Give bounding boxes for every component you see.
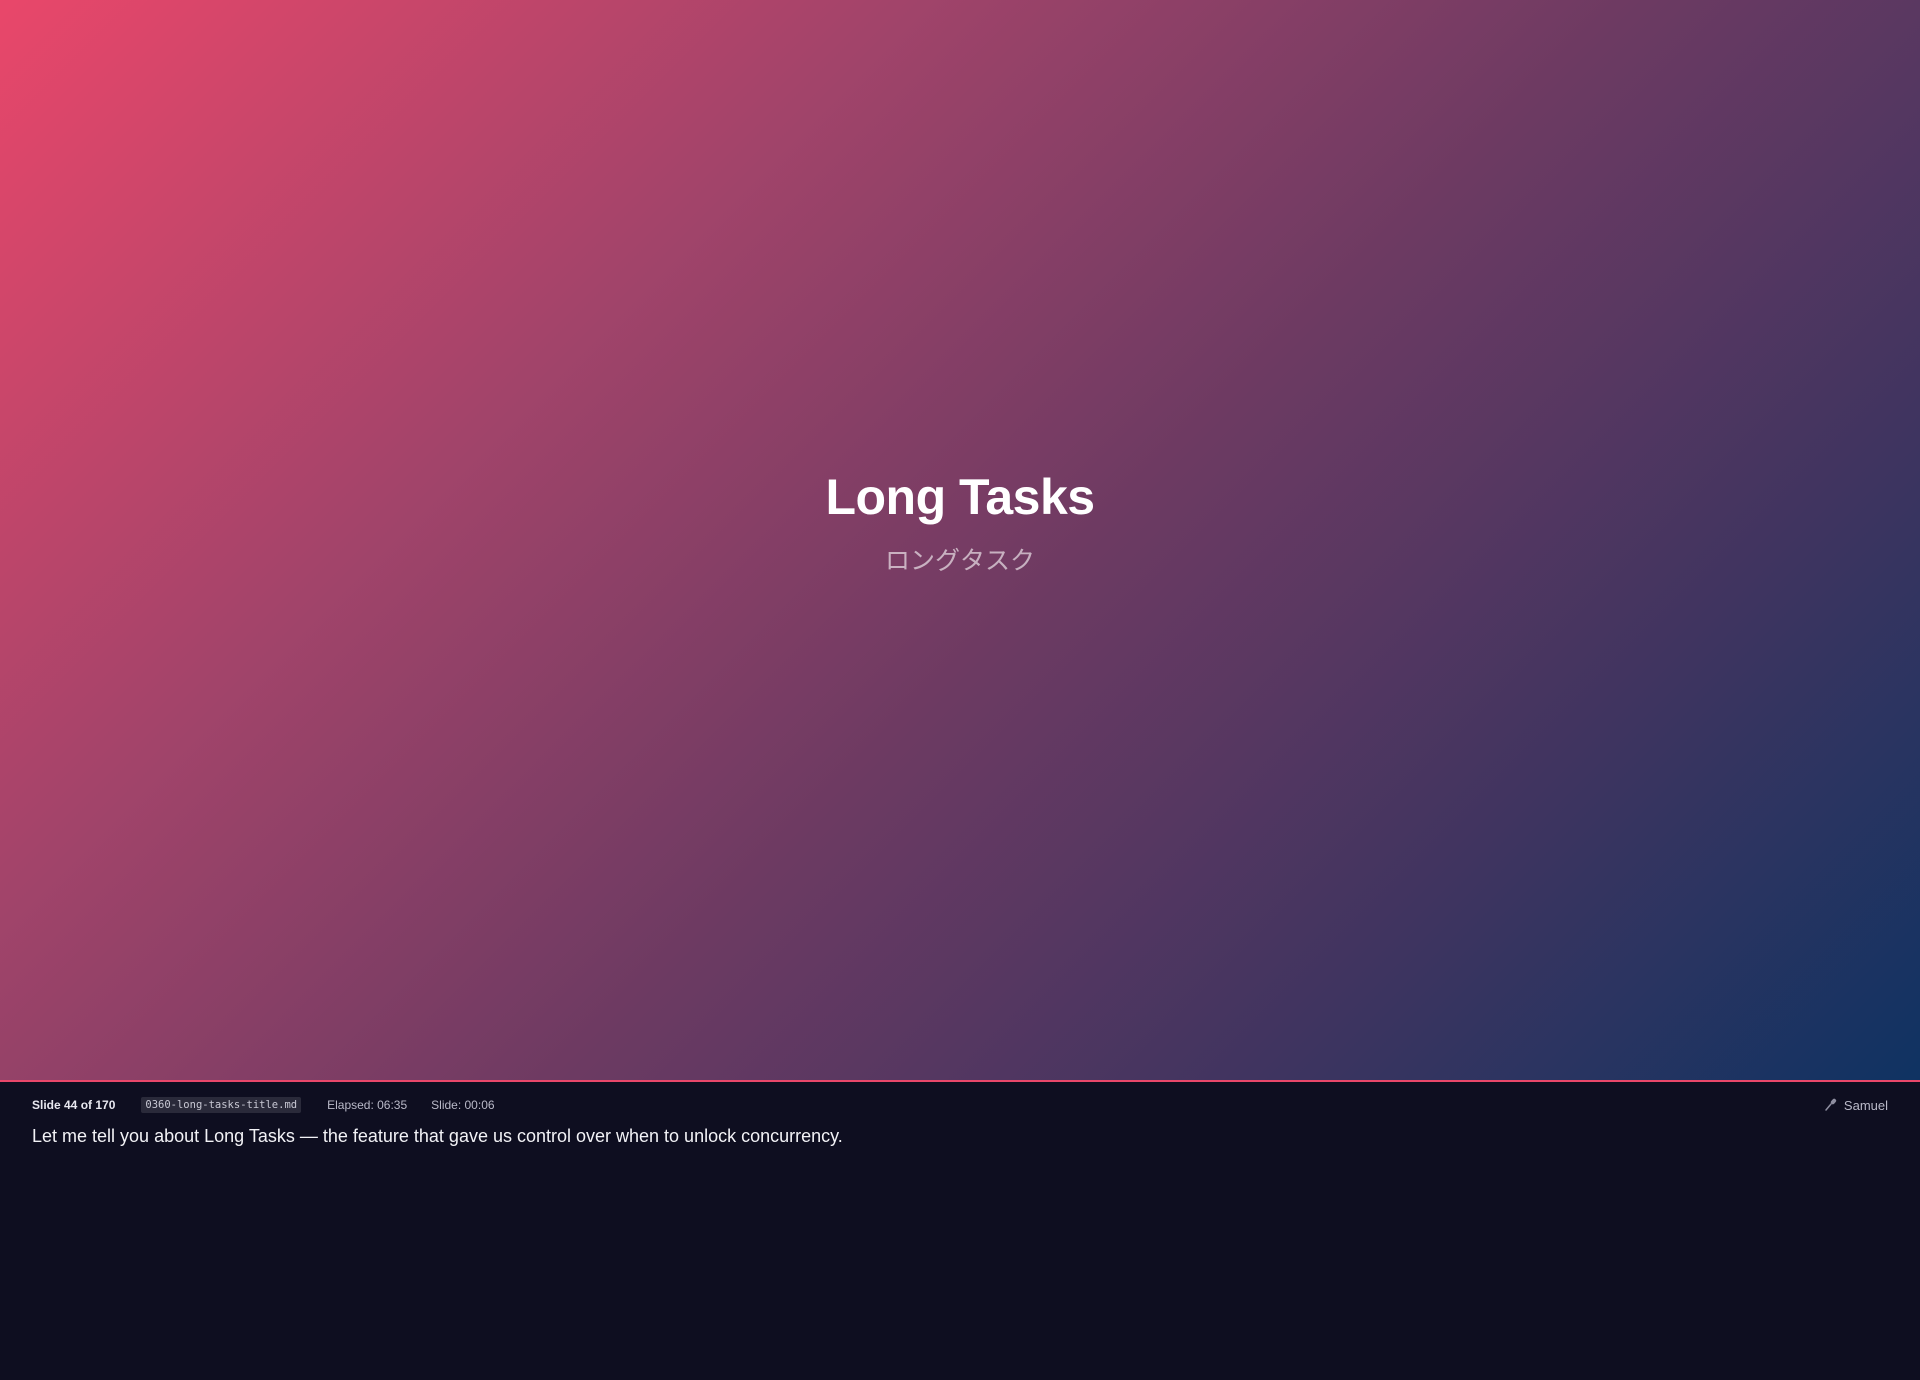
- presenter-notes-panel: Slide 44 of 170 0360-long-tasks-title.md…: [0, 1080, 1920, 1380]
- speaker-note-text: Let me tell you about Long Tasks — the f…: [32, 1126, 843, 1146]
- presenter-name: Samuel: [1843, 1097, 1888, 1113]
- slide-filename: 0360-long-tasks-title.md: [141, 1097, 302, 1113]
- slide-content: Long Tasks ロングタスク: [0, 470, 1920, 577]
- slide-counter: Slide 44 of 170: [32, 1098, 116, 1112]
- slide-subtitle: ロングタスク: [884, 546, 1035, 575]
- slide-title: Long Tasks: [825, 469, 1095, 525]
- status-bar: Slide 44 of 170 0360-long-tasks-title.md…: [32, 1094, 1888, 1116]
- microphone-icon: [1824, 1098, 1838, 1112]
- slide-canvas: Long Tasks ロングタスク: [0, 0, 1920, 1080]
- elapsed-timer: Elapsed: 06:35: [327, 1098, 408, 1112]
- slide-timer: Slide: 00:06: [431, 1098, 495, 1112]
- presenter-indicator: Samuel: [1824, 1098, 1888, 1113]
